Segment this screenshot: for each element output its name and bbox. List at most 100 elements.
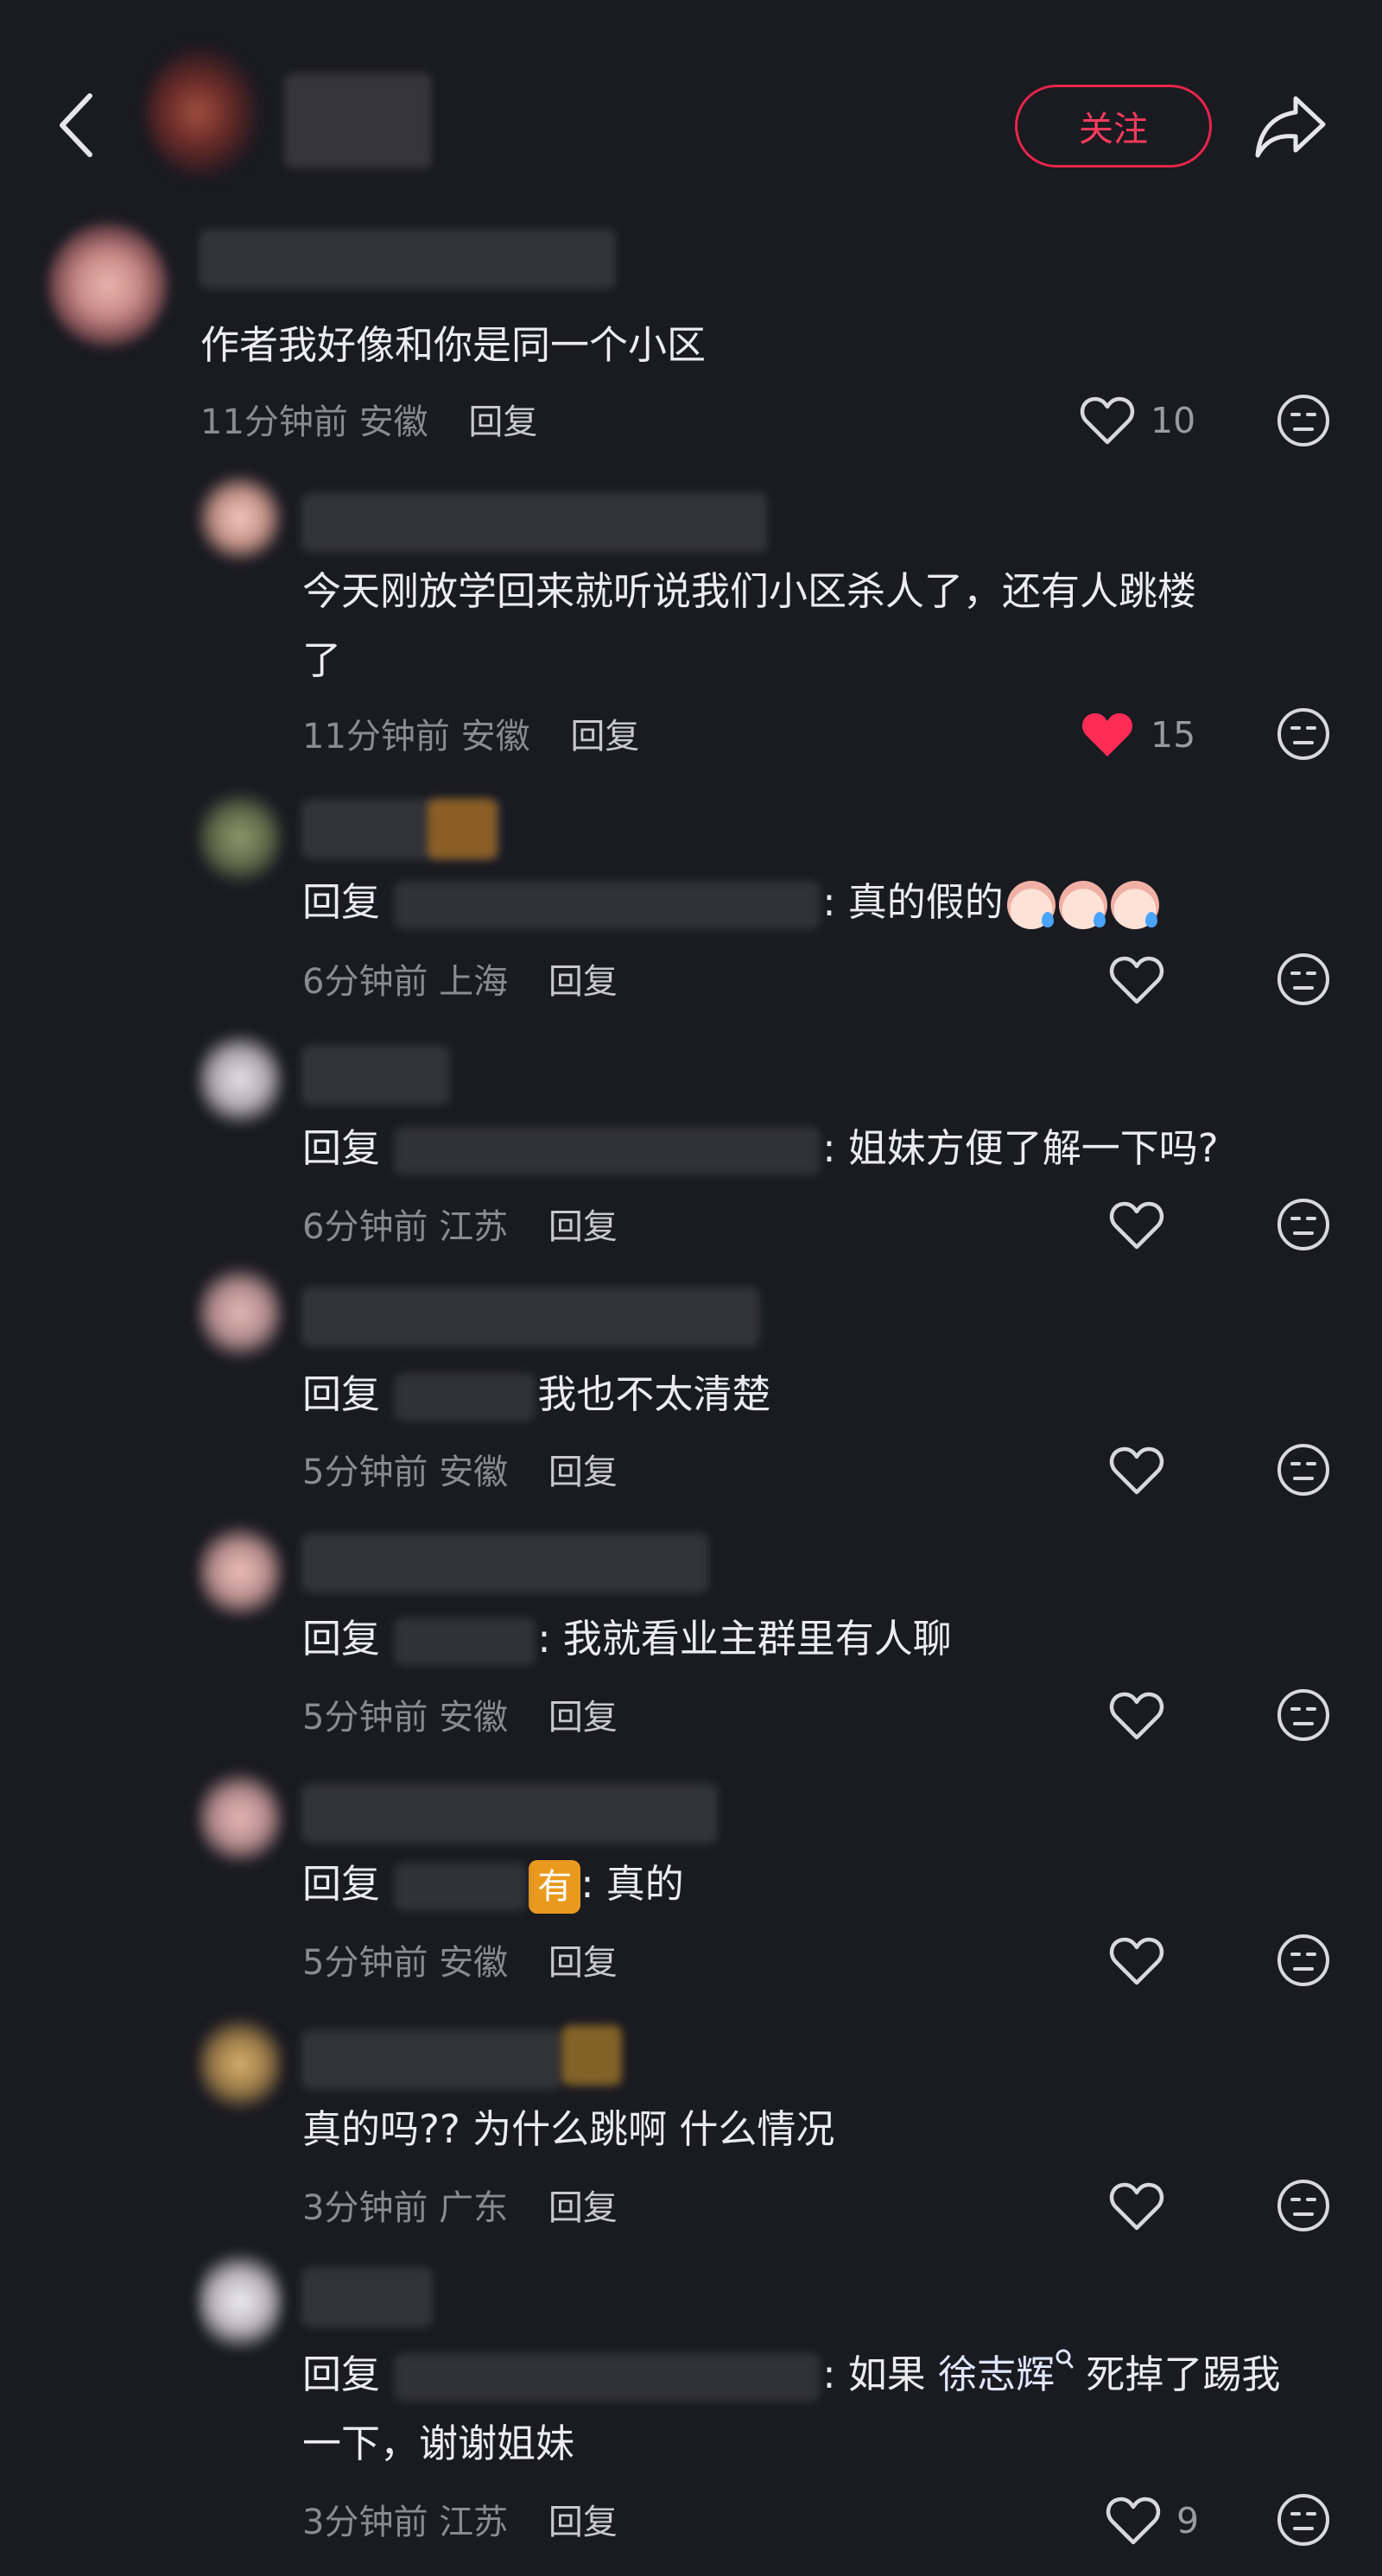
like-button[interactable]: [1109, 1446, 1164, 1496]
search-mention-link[interactable]: 徐志辉: [938, 2349, 1074, 2397]
like-button[interactable]: [1109, 955, 1164, 1005]
comment-time: 11分钟前: [200, 402, 348, 442]
emoji-face-icon[interactable]: [1276, 952, 1331, 1007]
like-button[interactable]: 10: [1080, 396, 1195, 446]
emoji-face-icon[interactable]: [1276, 2492, 1331, 2548]
like-count: 9: [1176, 2500, 1200, 2541]
reply-body-cont: 死掉了踢我: [1074, 2351, 1281, 2397]
emoji-face-icon[interactable]: [1276, 1442, 1331, 1497]
reply-location: 安徽: [439, 1453, 509, 1492]
emoji-face-icon[interactable]: [1276, 393, 1331, 448]
avatar[interactable]: [197, 786, 283, 889]
like-button[interactable]: [1109, 1200, 1164, 1250]
username-blurred: [302, 2029, 561, 2090]
mention-blurred: [396, 1617, 535, 1666]
reply-button[interactable]: 回复: [570, 717, 639, 756]
back-arrow-icon[interactable]: [52, 91, 104, 160]
emoji-face-icon[interactable]: [1276, 2178, 1331, 2233]
reply-body: 我也不太清楚: [537, 1371, 771, 1417]
reply-text: 回复 : 我就看业主群里有人聊: [302, 1604, 952, 1674]
reply-button[interactable]: 回复: [548, 2188, 618, 2228]
avatar[interactable]: [197, 1520, 283, 1623]
reply-button[interactable]: 回复: [548, 1207, 618, 1247]
reply-meta: 3分钟前 广东 回复: [302, 2180, 618, 2230]
reply-time: 11分钟前: [302, 717, 450, 756]
reply-text: 回复 有: 真的: [302, 1850, 684, 1919]
heart-icon: [1109, 956, 1164, 1004]
heart-icon: [1082, 713, 1132, 756]
emoji-face-icon[interactable]: [1276, 1687, 1331, 1743]
reply-time: 6分钟前: [302, 962, 428, 1002]
like-button[interactable]: [1109, 1691, 1164, 1741]
heart-icon: [1109, 2182, 1164, 2231]
follow-button[interactable]: 关注: [1015, 85, 1212, 168]
like-count: 10: [1151, 400, 1196, 441]
reply-button[interactable]: 回复: [548, 962, 618, 1002]
author-name-blurred: [285, 73, 432, 168]
reply-time: 5分钟前: [302, 1943, 428, 1983]
emoji-face-icon[interactable]: [1276, 706, 1331, 762]
avatar[interactable]: [197, 2245, 283, 2358]
sweat-emoji-icon: [1058, 881, 1107, 929]
reply-location: 江苏: [439, 2503, 509, 2542]
badge-blurred: [561, 2025, 622, 2085]
reply-body: : 我就看业主群里有人聊: [537, 1616, 952, 1661]
reply-text: 真的吗?? 为什么跳啊 什么情况: [302, 2106, 835, 2152]
heart-icon: [1080, 396, 1135, 445]
reply-meta: 6分钟前 江苏 回复: [302, 1199, 618, 1249]
mention-blurred: [396, 2353, 820, 2402]
you-emoji-icon: 有: [529, 1860, 581, 1914]
like-button[interactable]: [1109, 1936, 1164, 1986]
comment-location: 安徽: [358, 402, 428, 442]
reply-meta: 5分钟前 安徽 回复: [302, 1689, 618, 1739]
avatar[interactable]: [197, 1028, 283, 1131]
badge-blurred: [428, 799, 497, 859]
mention-text: 徐志辉: [938, 2351, 1056, 2397]
like-button[interactable]: [1109, 2181, 1164, 2231]
reply-prefix: 回复: [302, 1616, 381, 1661]
heart-icon: [1109, 1692, 1164, 1740]
comment-text: 作者我好像和你是同一个小区: [200, 322, 707, 368]
reply-button[interactable]: 回复: [548, 1453, 618, 1492]
reply-meta: 5分钟前 安徽 回复: [302, 1444, 618, 1494]
reply-body: : 如果: [822, 2351, 939, 2397]
mention-blurred: [396, 1127, 820, 1175]
reply-button[interactable]: 回复: [548, 2503, 618, 2542]
reply-prefix: 回复: [302, 1861, 381, 1907]
reply-meta: 3分钟前 江苏 回复: [302, 2494, 618, 2544]
avatar[interactable]: [197, 471, 283, 566]
reply-time: 5分钟前: [302, 1453, 428, 1492]
username-blurred: [302, 1533, 708, 1593]
mention-blurred: [396, 1373, 535, 1421]
reply-time: 3分钟前: [302, 2503, 428, 2542]
avatar[interactable]: [197, 1261, 283, 1364]
reply-text: 今天刚放学回来就听说我们小区杀人了，还有人跳楼: [302, 568, 1197, 614]
like-button[interactable]: 15: [1080, 710, 1195, 760]
username-blurred: [302, 492, 769, 553]
reply-meta: 11分钟前 安徽 回复: [302, 708, 639, 758]
author-avatar[interactable]: [147, 47, 259, 177]
sweat-emoji-icon: [1006, 881, 1056, 929]
reply-prefix: 回复: [302, 1125, 381, 1171]
reply-body: : 真的: [580, 1861, 684, 1907]
share-icon[interactable]: [1254, 93, 1327, 159]
heart-icon: [1109, 1446, 1164, 1495]
emoji-face-icon[interactable]: [1276, 1933, 1331, 1988]
username-blurred: [302, 1287, 760, 1347]
avatar[interactable]: [197, 2012, 283, 2116]
reply-button[interactable]: 回复: [548, 1698, 618, 1737]
reply-location: 安徽: [460, 717, 530, 756]
reply-prefix: 回复: [302, 1371, 381, 1417]
heart-icon: [1109, 1201, 1164, 1250]
avatar[interactable]: [197, 1766, 283, 1870]
search-icon: [1056, 2349, 1074, 2369]
reply-time: 3分钟前: [302, 2188, 428, 2228]
reply-body: : 真的假的: [822, 879, 1004, 925]
reply-button[interactable]: 回复: [548, 1943, 618, 1983]
like-button[interactable]: 9: [1106, 2496, 1199, 2546]
username-blurred: [200, 229, 615, 289]
reply-location: 广东: [439, 2188, 509, 2228]
avatar[interactable]: [48, 220, 168, 350]
reply-button[interactable]: 回复: [468, 402, 537, 442]
emoji-face-icon[interactable]: [1276, 1197, 1331, 1252]
